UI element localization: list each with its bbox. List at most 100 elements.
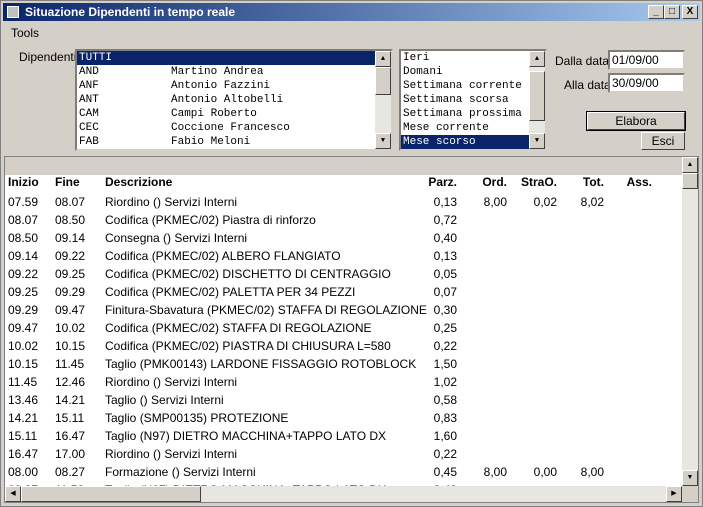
cell-desc: Codifica (PKMEC/02) ALBERO FLANGIATO bbox=[105, 249, 341, 263]
cell-parz: 0,13 bbox=[433, 249, 457, 263]
table-row[interactable]: 15.11 16.47 Taglio (N97) DIETRO MACCHINA+T… bbox=[5, 427, 682, 445]
scroll-down-icon[interactable]: ▼ bbox=[375, 133, 391, 149]
cell-inizio: 08.50 bbox=[8, 231, 39, 245]
table-row[interactable]: 09.14 09.22 Codifica (PKMEC/02) ALBERO FLA… bbox=[5, 247, 682, 265]
scroll-thumb[interactable] bbox=[529, 71, 545, 121]
table-row[interactable]: 16.47 17.00 Riordino () Servizi Interni 0,2… bbox=[5, 445, 682, 463]
header-ass: Ass. bbox=[626, 175, 652, 189]
periodo-item[interactable]: Settimana corrente bbox=[401, 79, 545, 93]
cell-desc: Riordino () Servizi Interni bbox=[105, 375, 238, 389]
scroll-down-icon[interactable]: ▼ bbox=[682, 470, 698, 486]
dipendente-name: Fabio Meloni bbox=[171, 136, 251, 148]
cell-fine: 17.00 bbox=[55, 447, 86, 461]
cell-inizio: 09.47 bbox=[8, 321, 39, 335]
cell-inizio: 07.59 bbox=[8, 195, 39, 209]
window-title: Situazione Dipendenti in tempo reale bbox=[25, 5, 236, 19]
table-row[interactable]: 10.15 11.45 Taglio (PMK00143) LARDONE FISS… bbox=[5, 355, 682, 373]
dipendente-name: Campi Roberto bbox=[171, 108, 257, 120]
cell-strao: 0,02 bbox=[533, 195, 557, 209]
cell-desc: Taglio (N97) DIETRO MACCHINA+TAPPO LATO … bbox=[105, 429, 387, 443]
scroll-left-icon[interactable]: ◀ bbox=[5, 486, 21, 502]
scroll-up-icon[interactable]: ▲ bbox=[682, 157, 698, 173]
dalla-data-input[interactable]: 01/09/00 bbox=[608, 50, 685, 70]
table-row[interactable]: 09.47 10.02 Codifica (PKMEC/02) STAFFA DI … bbox=[5, 319, 682, 337]
dipendenti-listbox[interactable]: TUTTI AND Martino Andrea ANF Antonio Fazzini… bbox=[75, 49, 393, 151]
periodo-item[interactable]: Settimana scorsa bbox=[401, 93, 545, 107]
menu-bar: Tools bbox=[3, 23, 700, 41]
dalla-data-label: Dalla data: bbox=[555, 54, 613, 68]
cell-fine: 14.21 bbox=[55, 393, 86, 407]
close-button[interactable]: X bbox=[682, 5, 698, 19]
scroll-thumb[interactable] bbox=[21, 486, 201, 502]
periodo-item[interactable]: Mese corrente bbox=[401, 121, 545, 135]
elabora-button[interactable]: Elabora bbox=[586, 111, 686, 131]
dipendente-item[interactable]: CAM Campi Roberto bbox=[77, 107, 391, 121]
title-bar[interactable]: Situazione Dipendenti in tempo reale _ □… bbox=[3, 3, 700, 21]
scroll-thumb[interactable] bbox=[682, 173, 698, 189]
cell-desc: Taglio () Servizi Interni bbox=[105, 393, 224, 407]
alla-data-input[interactable]: 30/09/00 bbox=[608, 73, 685, 93]
periodo-listbox[interactable]: Ieri Domani Settimana corrente Settimana sc… bbox=[399, 49, 547, 151]
scroll-up-icon[interactable]: ▲ bbox=[375, 51, 391, 67]
cell-parz: 0,07 bbox=[433, 285, 457, 299]
table-row[interactable]: 11.45 12.46 Riordino () Servizi Interni 1,0… bbox=[5, 373, 682, 391]
cell-desc: Finitura-Sbavatura (PKMEC/02) STAFFA DI … bbox=[105, 303, 427, 317]
cell-inizio: 15.11 bbox=[8, 429, 38, 443]
grid-vertical-scrollbar[interactable]: ▲ ▼ bbox=[682, 157, 698, 486]
maximize-button[interactable]: □ bbox=[664, 5, 680, 19]
table-row[interactable]: 10.02 10.15 Codifica (PKMEC/02) PIASTRA DI… bbox=[5, 337, 682, 355]
cell-ord: 8,00 bbox=[483, 195, 507, 209]
table-row[interactable]: 09.22 09.25 Codifica (PKMEC/02) DISCHETTO … bbox=[5, 265, 682, 283]
menu-tools[interactable]: Tools bbox=[11, 26, 39, 40]
dipendenti-scrollbar[interactable]: ▲ ▼ bbox=[375, 51, 391, 149]
table-row[interactable]: 09.25 09.29 Codifica (PKMEC/02) PALETTA PE… bbox=[5, 283, 682, 301]
grid-top-bar bbox=[5, 157, 682, 175]
dipendente-item[interactable]: ANT Antonio Altobelli bbox=[77, 93, 391, 107]
cell-parz: 0,22 bbox=[433, 447, 457, 461]
results-grid[interactable]: Inizio Fine Descrizione Parz. Ord. StraO… bbox=[4, 156, 699, 503]
periodo-item[interactable]: Settimana prossima bbox=[401, 107, 545, 121]
cell-ord: 8,00 bbox=[483, 465, 507, 479]
table-row[interactable]: 08.00 08.27 Formazione () Servizi Interni 0… bbox=[5, 463, 682, 481]
cell-parz: 1,02 bbox=[433, 375, 457, 389]
cell-inizio: 10.15 bbox=[8, 357, 39, 371]
grid-header: Inizio Fine Descrizione Parz. Ord. StraO… bbox=[5, 175, 682, 193]
cell-parz: 0,22 bbox=[433, 339, 457, 353]
periodo-scrollbar[interactable]: ▲ ▼ bbox=[529, 51, 545, 149]
esci-button[interactable]: Esci bbox=[641, 132, 685, 150]
cell-parz: 0,25 bbox=[433, 321, 457, 335]
cell-fine: 08.27 bbox=[55, 465, 86, 479]
dipendente-name: Coccione Francesco bbox=[171, 122, 290, 134]
scroll-down-icon[interactable]: ▼ bbox=[529, 133, 545, 149]
periodo-item[interactable]: Ieri bbox=[401, 51, 545, 65]
dipendente-item[interactable]: TUTTI bbox=[77, 51, 391, 65]
minimize-button[interactable]: _ bbox=[648, 5, 664, 19]
dipendente-item[interactable]: CEC Coccione Francesco bbox=[77, 121, 391, 135]
cell-parz: 1,50 bbox=[433, 357, 457, 371]
cell-fine: 15.11 bbox=[55, 411, 85, 425]
dipendente-item[interactable]: ANF Antonio Fazzini bbox=[77, 79, 391, 93]
table-row[interactable]: 08.07 08.50 Codifica (PKMEC/02) Piastra di… bbox=[5, 211, 682, 229]
dipendente-item[interactable]: AND Martino Andrea bbox=[77, 65, 391, 79]
table-row[interactable]: 13.46 14.21 Taglio () Servizi Interni 0,58 bbox=[5, 391, 682, 409]
cell-inizio: 09.29 bbox=[8, 303, 39, 317]
cell-parz: 0,13 bbox=[433, 195, 457, 209]
cell-desc: Consegna () Servizi Interni bbox=[105, 231, 248, 245]
scroll-right-icon[interactable]: ▶ bbox=[666, 486, 682, 502]
cell-fine: 09.14 bbox=[55, 231, 86, 245]
dipendente-item[interactable]: FAB Fabio Meloni bbox=[77, 135, 391, 149]
scroll-thumb[interactable] bbox=[375, 67, 391, 95]
table-row[interactable]: 14.21 15.11 Taglio (SMP00135) PROTEZIONE 0,… bbox=[5, 409, 682, 427]
scroll-up-icon[interactable]: ▲ bbox=[529, 51, 545, 67]
grid-horizontal-scrollbar[interactable]: ◀ ▶ bbox=[5, 486, 682, 502]
table-row[interactable]: 09.29 09.47 Finitura-Sbavatura (PKMEC/02) … bbox=[5, 301, 682, 319]
table-row[interactable]: 08.50 09.14 Consegna () Servizi Interni 0,4… bbox=[5, 229, 682, 247]
cell-desc: Codifica (PKMEC/02) DISCHETTO DI CENTRAG… bbox=[105, 267, 391, 281]
periodo-item[interactable]: Mese scorso bbox=[401, 135, 545, 149]
header-fine: Fine bbox=[55, 175, 80, 189]
cell-fine: 10.15 bbox=[55, 339, 86, 353]
header-descrizione: Descrizione bbox=[105, 175, 173, 189]
table-row[interactable]: 07.59 08.07 Riordino () Servizi Interni 0,1… bbox=[5, 193, 682, 211]
cell-desc: Codifica (PKMEC/02) PALETTA PER 34 PEZZI bbox=[105, 285, 356, 299]
periodo-item[interactable]: Domani bbox=[401, 65, 545, 79]
